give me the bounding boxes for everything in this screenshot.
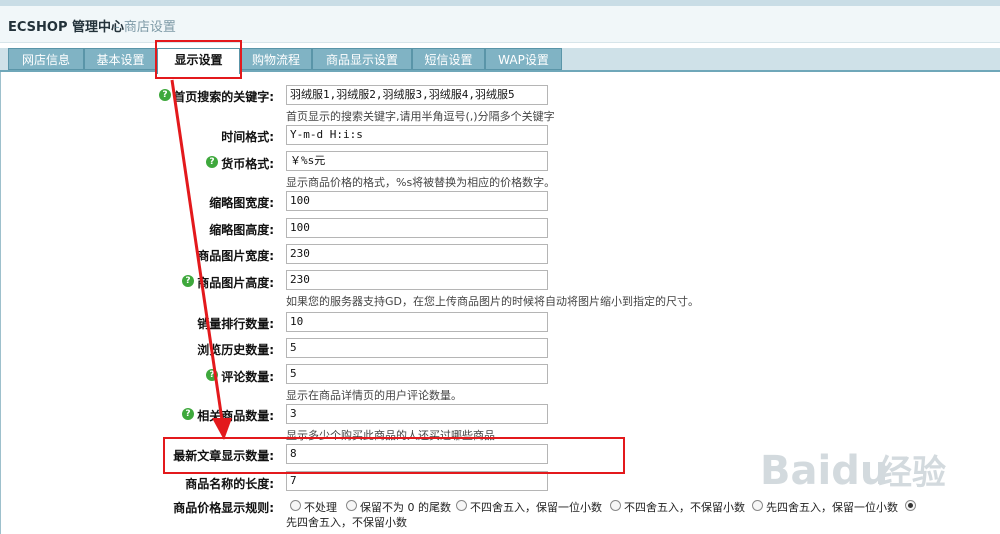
svg-text:经验: 经验 [878,453,946,493]
baidu-watermark: Baidu 经验 [760,440,990,503]
svg-text:Baidu: Baidu [760,448,888,494]
